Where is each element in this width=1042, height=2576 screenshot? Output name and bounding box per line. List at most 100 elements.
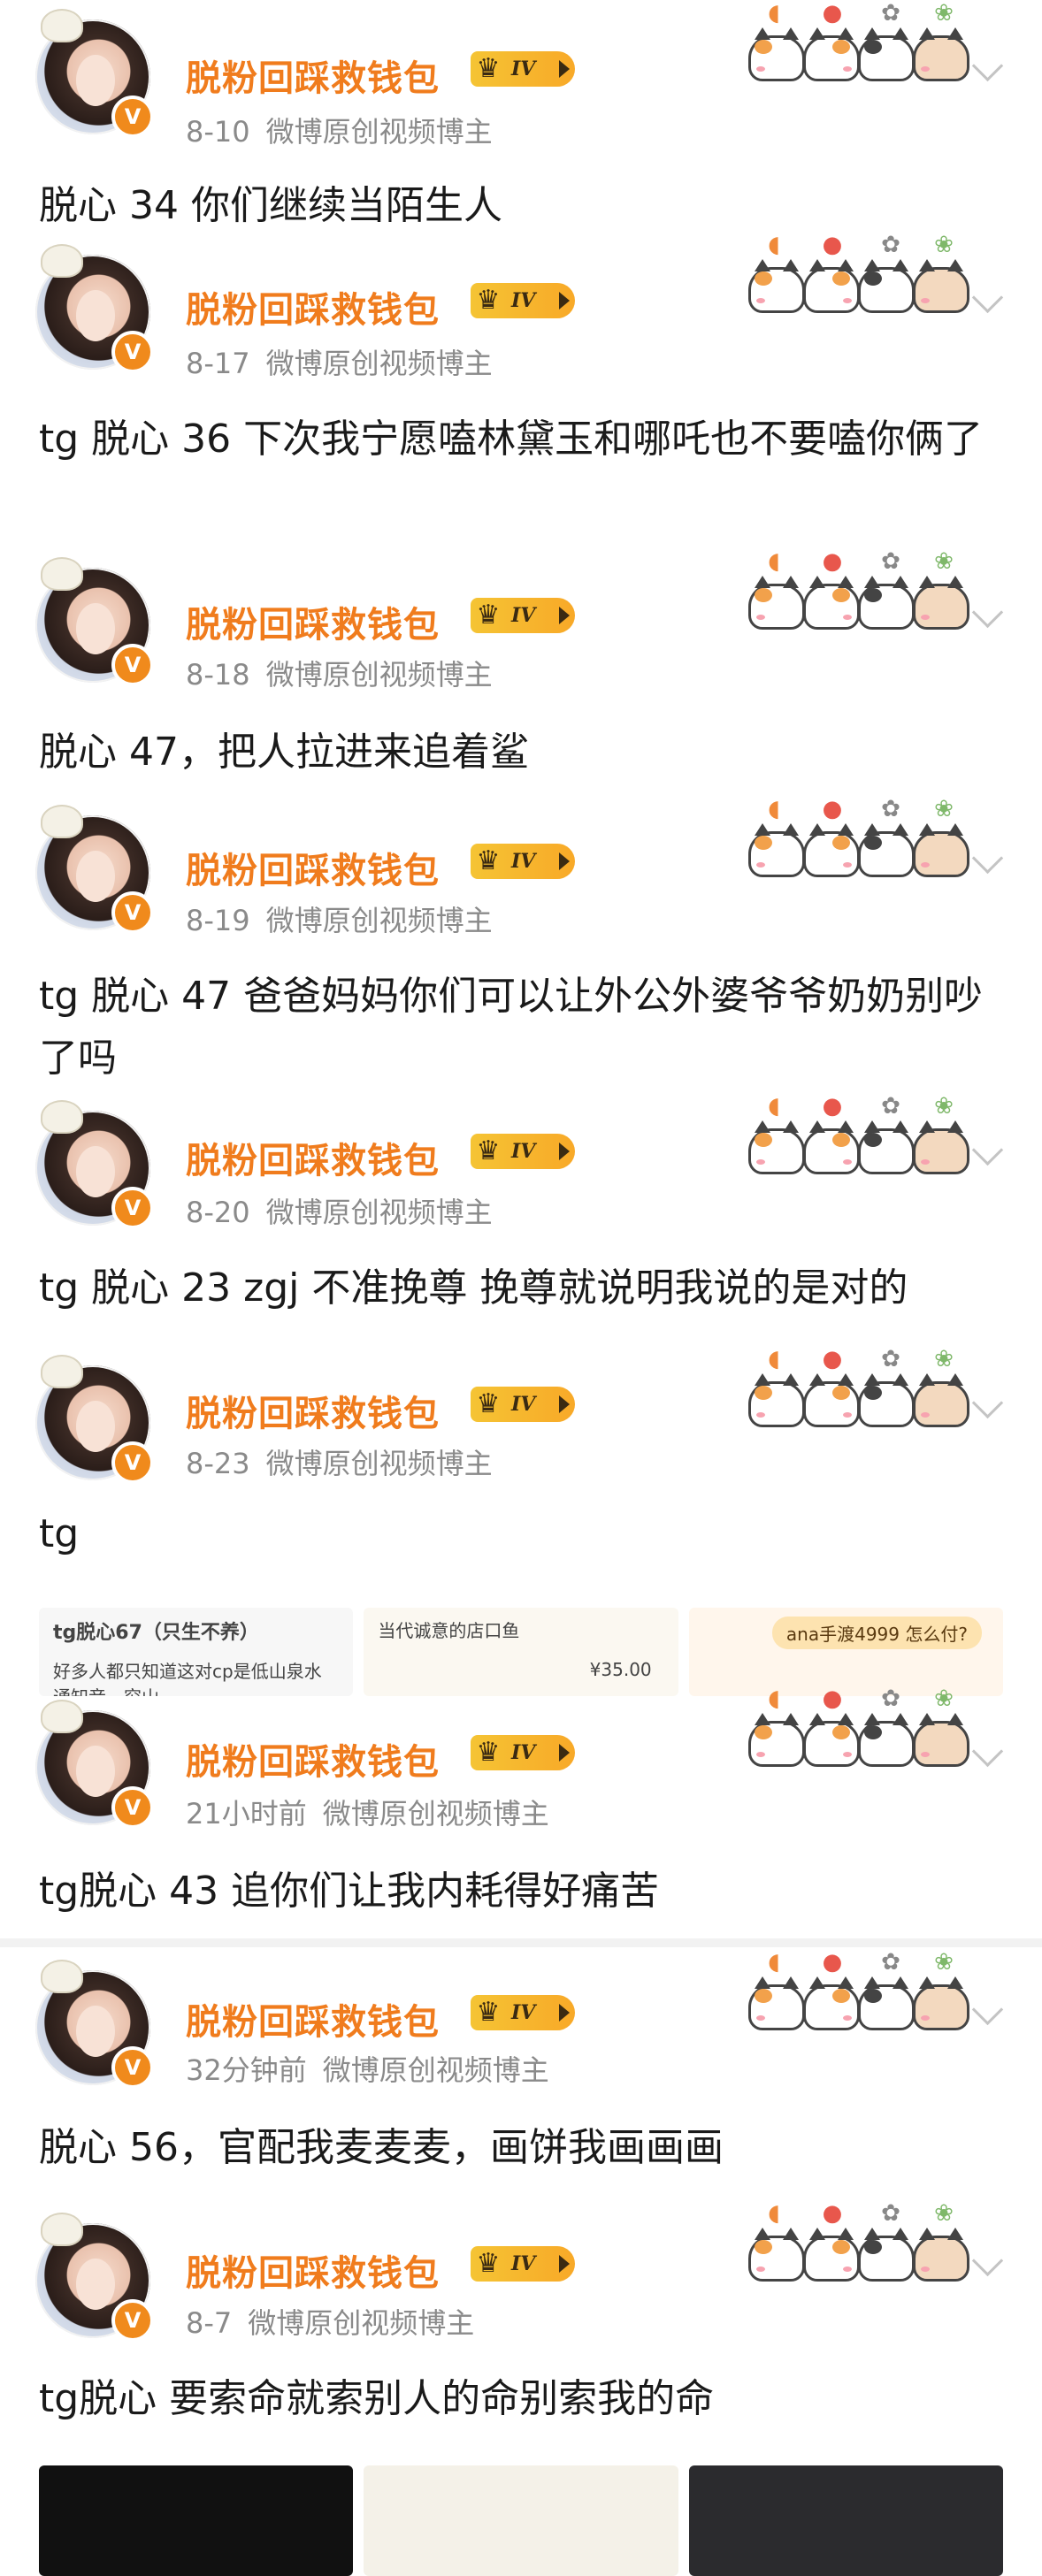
arrow-right-icon — [559, 607, 570, 624]
image-preview-strip[interactable]: tg脱心67（只生不养）好多人都只知道这对cp是低山泉水通知音，穷山 当代诚意的… — [39, 1608, 1003, 1696]
sticker-decoration: ◖ ● ✿ ❀ — [748, 1346, 973, 1427]
arrow-right-icon — [559, 2255, 570, 2273]
chevron-down-icon[interactable] — [971, 50, 1004, 82]
preview-image[interactable] — [39, 2465, 354, 2576]
post-time: 8-20 — [186, 1196, 250, 1229]
sticker-decoration: ◖ ● ✿ ❀ — [748, 2200, 973, 2282]
chevron-down-icon[interactable] — [971, 2244, 1004, 2277]
post-time: 8-23 — [186, 1447, 250, 1480]
post-meta: 8-17 微博原创视频博主 — [186, 341, 493, 382]
post-text: tg 脱心 47 爸爸妈妈你们可以让外公外婆爷爷奶奶别吵了吗 — [39, 974, 984, 1081]
avatar[interactable]: V — [35, 1700, 154, 1829]
level-badge[interactable]: ♛ IV — [471, 1134, 575, 1169]
post-text: 脱心 47，把人拉进来追着鲨 — [39, 730, 529, 775]
section-divider — [0, 1938, 1042, 1947]
avatar[interactable]: V — [35, 1100, 154, 1229]
post-text: tg 脱心 23 zgj 不准挽尊 挽尊就说明我说的是对的 — [39, 1265, 908, 1311]
level-badge[interactable]: ♛ IV — [471, 51, 575, 87]
post-time: 21小时前 — [186, 1797, 307, 1831]
post-source: 微博原创视频博主 — [322, 2053, 549, 2087]
verified-badge-icon: V — [111, 1187, 154, 1229]
post-meta: 8-23 微博原创视频博主 — [186, 1441, 493, 1482]
post-text: 脱心 56，官配我麦麦麦，画饼我画画画 — [39, 2125, 724, 2170]
post-time: 8-7 — [186, 2306, 233, 2340]
crown-icon: ♛ — [476, 1997, 501, 2028]
avatar[interactable]: V — [35, 244, 154, 373]
preview-image[interactable]: ana手渡4999 怎么付? — [688, 1608, 1003, 1696]
post-source: 微博原创视频博主 — [265, 658, 493, 692]
sticker-decoration: ◖ ● ✿ ❀ — [748, 796, 973, 877]
crown-icon: ♛ — [476, 285, 501, 316]
level-badge[interactable]: ♛ IV — [471, 1735, 575, 1770]
arrow-right-icon — [559, 2004, 570, 2022]
level-badge[interactable]: ♛ IV — [471, 598, 575, 633]
post-source: 微博原创视频博主 — [248, 2306, 475, 2340]
level-badge[interactable]: ♛ IV — [471, 1387, 575, 1422]
preview-image[interactable]: 当代诚意的店口鱼 ¥35.00 — [364, 1608, 678, 1696]
post-meta: 8-18 微博原创视频博主 — [186, 653, 493, 693]
user-name[interactable]: 脱粉回踩救钱包 — [186, 596, 440, 647]
arrow-right-icon — [559, 1395, 570, 1413]
verified-badge-icon: V — [111, 644, 154, 686]
post-text: tg 脱心 36 下次我宁愿嗑林黛玉和哪吒也不要嗑你俩了 — [39, 417, 984, 462]
post-source: 微博原创视频博主 — [265, 904, 493, 937]
post-meta: 8-7 微博原创视频博主 — [186, 2301, 474, 2342]
level-badge[interactable]: ♛ IV — [471, 2246, 575, 2282]
user-name[interactable]: 脱粉回踩救钱包 — [186, 1993, 440, 2045]
post-time: 8-18 — [186, 658, 250, 692]
post-meta: 8-10 微博原创视频博主 — [186, 110, 493, 150]
sticker-decoration: ◖ ● ✿ ❀ — [748, 1685, 973, 1767]
sticker-decoration: ◖ ● ✿ ❀ — [748, 232, 973, 313]
user-name[interactable]: 脱粉回踩救钱包 — [186, 281, 440, 333]
level-badge[interactable]: ♛ IV — [471, 283, 575, 318]
chevron-down-icon[interactable] — [971, 1387, 1004, 1419]
avatar[interactable]: V — [35, 2213, 154, 2342]
verified-badge-icon: V — [111, 331, 154, 373]
preview-image[interactable]: tg脱心67（只生不养）好多人都只知道这对cp是低山泉水通知音，穷山 — [39, 1608, 354, 1696]
post-source: 微博原创视频博主 — [265, 1447, 493, 1480]
chevron-down-icon[interactable] — [971, 596, 1004, 629]
post-text: tg脱心 43 追你们让我内耗得好痛苦 — [39, 1869, 660, 1914]
crown-icon: ♛ — [476, 845, 501, 876]
chevron-down-icon[interactable] — [971, 1735, 1004, 1768]
crown-icon: ♛ — [476, 1737, 501, 1768]
user-name[interactable]: 脱粉回踩救钱包 — [186, 1132, 440, 1183]
chevron-down-icon[interactable] — [971, 842, 1004, 875]
avatar[interactable]: V — [35, 557, 154, 686]
post-text: 脱心 34 你们继续当陌生人 — [39, 183, 502, 228]
user-name[interactable]: 脱粉回踩救钱包 — [186, 50, 440, 101]
image-preview-strip[interactable] — [39, 2465, 1003, 2576]
crown-icon: ♛ — [476, 1388, 501, 1419]
preview-image[interactable] — [364, 2465, 678, 2576]
post-meta: 32分钟前 微博原创视频博主 — [186, 2048, 549, 2089]
level-badge[interactable]: ♛ IV — [471, 1995, 575, 2030]
crown-icon: ♛ — [476, 2248, 501, 2279]
post-meta: 8-19 微博原创视频博主 — [186, 898, 493, 939]
avatar[interactable]: V — [35, 1355, 154, 1484]
user-name[interactable]: 脱粉回踩救钱包 — [186, 842, 440, 893]
sticker-decoration: ◖ ● ✿ ❀ — [748, 1949, 973, 2030]
crown-icon: ♛ — [476, 600, 501, 631]
verified-badge-icon: V — [111, 1786, 154, 1829]
chevron-down-icon[interactable] — [971, 1134, 1004, 1166]
verified-badge-icon: V — [111, 2299, 154, 2342]
verified-badge-icon: V — [111, 1441, 154, 1484]
user-name[interactable]: 脱粉回踩救钱包 — [186, 1733, 440, 1785]
post-source: 微博原创视频博主 — [265, 347, 493, 380]
post-time: 8-10 — [186, 115, 250, 149]
post-source: 微博原创视频博主 — [265, 1196, 493, 1229]
avatar[interactable]: V — [35, 9, 154, 138]
user-name[interactable]: 脱粉回踩救钱包 — [186, 2244, 440, 2296]
preview-image[interactable] — [688, 2465, 1003, 2576]
chevron-down-icon[interactable] — [971, 281, 1004, 314]
avatar[interactable]: V — [35, 805, 154, 934]
post-time: 8-19 — [186, 904, 250, 937]
post-text: tg — [39, 1511, 80, 1556]
post-source: 微博原创视频博主 — [265, 115, 493, 149]
level-badge[interactable]: ♛ IV — [471, 844, 575, 879]
chevron-down-icon[interactable] — [971, 1993, 1004, 2026]
post-meta: 21小时前 微博原创视频博主 — [186, 1792, 549, 1832]
crown-icon: ♛ — [476, 1135, 501, 1166]
user-name[interactable]: 脱粉回踩救钱包 — [186, 1385, 440, 1436]
avatar[interactable]: V — [35, 1960, 154, 2089]
